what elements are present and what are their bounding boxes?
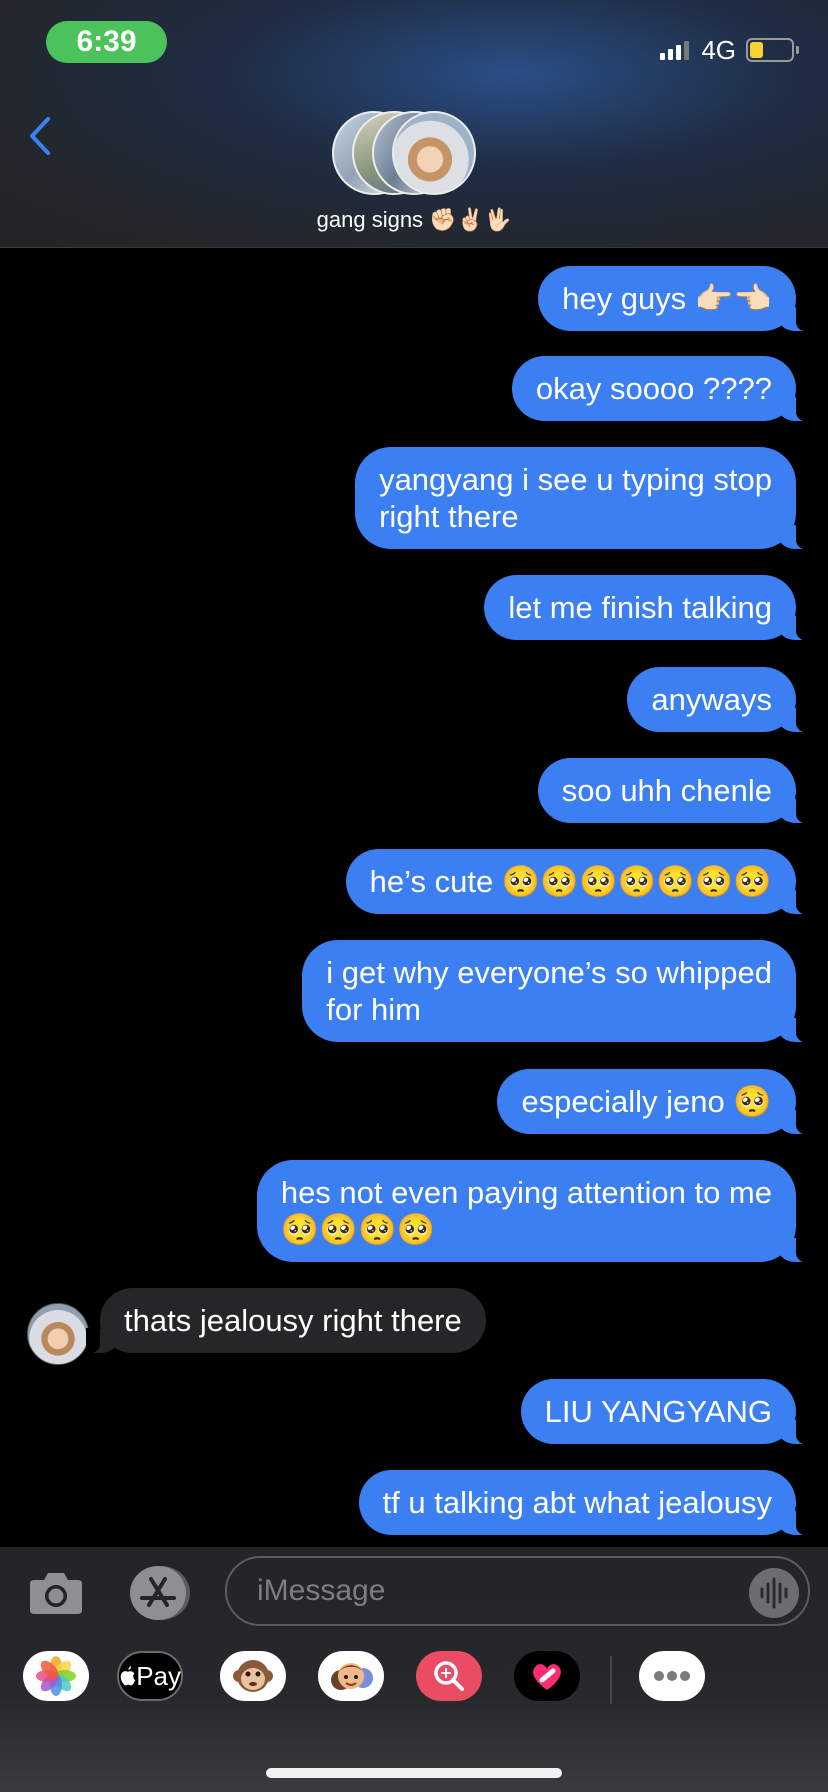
message-text: soo uhh chenle [561,773,772,808]
back-button[interactable] [24,113,58,159]
app-drawer-divider [610,1656,612,1704]
animoji-button[interactable] [220,1651,286,1701]
digital-touch-button[interactable] [514,1651,580,1701]
imessage-app-drawer: Pay [0,1651,828,1715]
digital-touch-heart-icon [533,1664,561,1690]
message-bubble-incoming[interactable]: thats jealousy right there [86,1288,486,1354]
message-input[interactable] [225,1556,810,1626]
message-bubble-outgoing[interactable]: he’s cute 🥺🥺🥺🥺🥺🥺🥺 [345,849,811,915]
app-store-icon [130,1566,190,1620]
memoji-button[interactable] [318,1651,384,1701]
message-thread[interactable]: hey guys 👉🏻👈🏻 okay soooo ???? yangyang i… [0,248,828,1546]
message-text: LIU YANGYANG [544,1394,772,1429]
message-bubble-outgoing[interactable]: hey guys 👉🏻👈🏻 [538,266,810,332]
sender-avatar[interactable] [27,1303,89,1365]
message-bubble-outgoing[interactable]: LIU YANGYANG [520,1379,811,1445]
cellular-signal-icon [660,40,690,60]
message-bubble-outgoing[interactable]: yangyang i see u typing stop right there [355,447,810,550]
message-bubble-outgoing[interactable]: let me finish talking [484,575,810,641]
message-text: yangyang i see u typing stop [379,462,772,497]
home-indicator[interactable] [266,1768,562,1778]
message-text: for him [326,992,421,1027]
message-text: tf u talking abt what jealousy [382,1485,772,1520]
camera-icon [30,1573,82,1614]
group-member-avatar [392,111,476,195]
network-type: 4G [701,35,736,65]
message-text: hes not even paying attention to me [280,1175,772,1210]
message-bubble-outgoing[interactable]: i get why everyone’s so whipped for him [302,940,810,1043]
message-text: especially jeno 🥺 [521,1084,772,1119]
audio-waveform-icon [760,1577,788,1609]
status-time[interactable]: 6:39 [46,21,167,63]
status-indicators: 4G [660,30,799,70]
more-apps-button[interactable] [639,1651,705,1701]
message-text: okay soooo ???? [535,371,772,406]
message-text: 🥺🥺🥺🥺 [280,1212,436,1247]
message-bubble-outgoing[interactable]: especially jeno 🥺 [497,1069,810,1135]
message-text: right there [379,499,519,534]
message-bubble-outgoing[interactable]: tf u talking abt what jealousy [358,1470,811,1536]
app-store-button[interactable] [125,1565,191,1621]
battery-icon [746,38,799,62]
message-text: anyways [651,682,772,717]
battery-fill [750,42,764,58]
message-text: thats jealousy right there [124,1303,462,1338]
compose-area: Pay [0,1547,828,1792]
message-bubble-outgoing[interactable]: okay soooo ???? [511,356,811,422]
image-search-button[interactable] [416,1651,482,1701]
audio-message-button[interactable] [749,1568,799,1618]
photos-app-icon [36,1656,76,1696]
message-bubble-outgoing[interactable]: soo uhh chenle [537,758,811,824]
more-apps-icon [654,1671,690,1681]
apple-pay-label: Pay [136,1660,181,1691]
messages-screen: 6:39 4G gang signs ✊🏻✌🏻🖖🏻 hey guys 👉🏻👈🏻 … [0,0,828,1792]
photos-app-button[interactable] [23,1651,89,1701]
message-text: let me finish talking [508,590,772,625]
conversation-header: 6:39 4G gang signs ✊🏻✌🏻🖖🏻 [0,0,828,248]
group-avatar-stack[interactable] [330,111,500,195]
group-name[interactable]: gang signs ✊🏻✌🏻🖖🏻 [0,206,828,234]
apple-pay-button[interactable]: Pay [117,1651,183,1701]
animoji-monkey-icon [233,1660,273,1692]
message-text: i get why everyone’s so whipped [326,955,772,990]
memoji-icon [331,1663,373,1690]
apple-pay-icon [120,1666,136,1686]
image-search-icon [434,1661,464,1691]
message-text: hey guys 👉🏻👈🏻 [562,281,772,316]
message-text: he’s cute 🥺🥺🥺🥺🥺🥺🥺 [369,864,772,899]
message-bubble-outgoing[interactable]: anyways [627,667,810,733]
message-bubble-outgoing[interactable]: hes not even paying attention to me 🥺🥺🥺🥺 [256,1160,811,1263]
camera-button[interactable] [26,1566,86,1618]
chevron-left-icon [30,117,50,155]
